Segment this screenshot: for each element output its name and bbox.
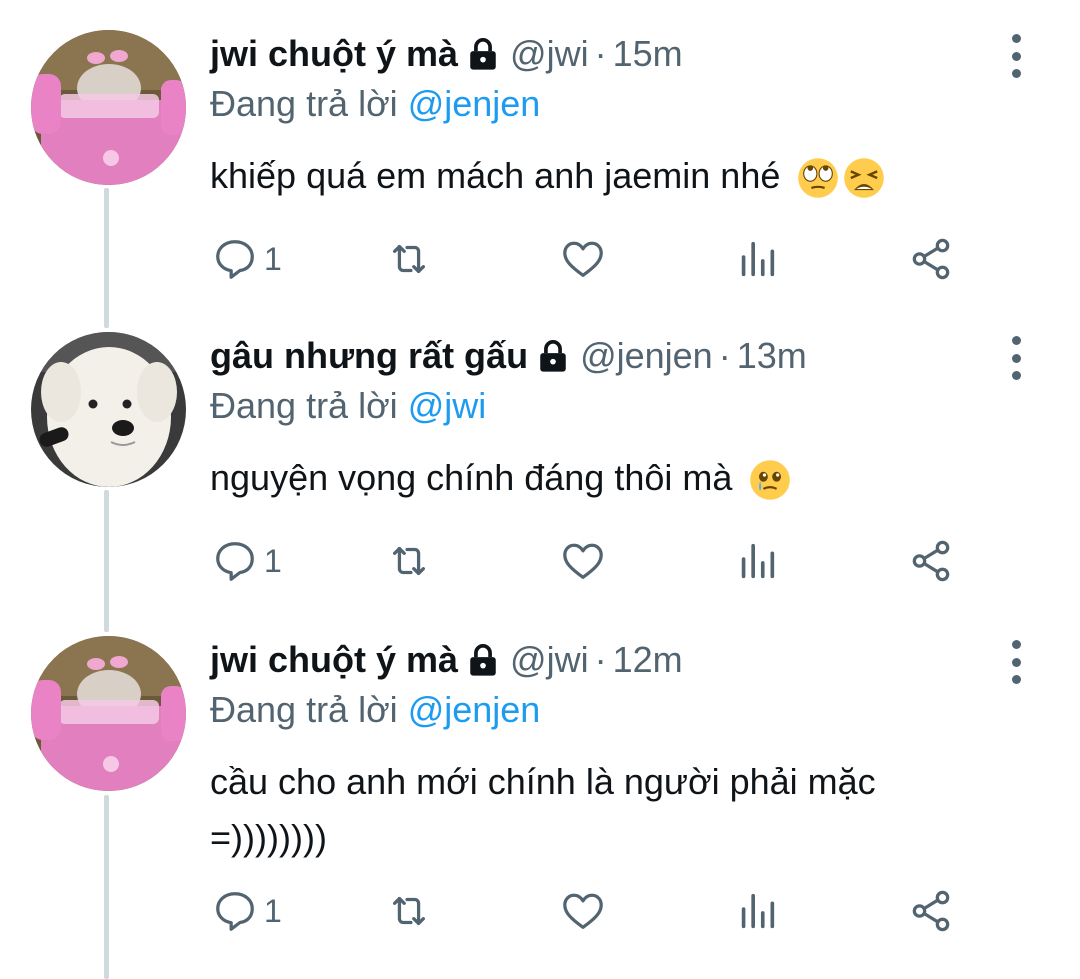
share-icon (912, 540, 950, 582)
reply-button[interactable]: 1 (212, 886, 282, 936)
face-with-rolling-eyes-emoji (798, 158, 839, 199)
tweet-text-line: cầu cho anh mới chính là người phải mặc (210, 761, 876, 802)
more-options-button[interactable] (1004, 34, 1028, 78)
reply-prefix: Đang trả lời (210, 385, 398, 426)
reply-button[interactable]: 1 (212, 234, 282, 284)
heart-icon (563, 893, 603, 929)
tweet-text: cầu cho anh mới chính là người phải mặc … (210, 754, 1010, 866)
share-button[interactable] (908, 886, 954, 936)
tweet-actions: 1 (0, 234, 1080, 284)
tweet[interactable]: jwi chuột ý mà @jwi · 15m Đang trả lời @… (0, 30, 1080, 300)
reply-count: 1 (264, 542, 282, 579)
reply-context: Đang trả lời @jenjen (210, 688, 540, 732)
reply-count: 1 (264, 240, 282, 277)
separator-dot: · (718, 335, 731, 376)
share-icon (912, 238, 950, 280)
reply-button[interactable]: 1 (212, 536, 282, 586)
avatar[interactable] (31, 332, 186, 487)
user-handle[interactable]: @jwi (510, 638, 589, 682)
timestamp[interactable]: 15m (613, 32, 683, 76)
reply-mention-link[interactable]: @jenjen (408, 689, 541, 730)
reply-count: 1 (264, 892, 282, 929)
tired-face-emoji (844, 158, 885, 199)
separator-dot: · (594, 33, 607, 74)
view-analytics-button[interactable] (734, 234, 780, 284)
tweet-text-line: =)))))))) (210, 817, 327, 858)
like-button[interactable] (560, 536, 606, 586)
reply-mention-link[interactable]: @jenjen (408, 83, 541, 124)
reply-prefix: Đang trả lời (210, 689, 398, 730)
display-name[interactable]: jwi chuột ý mà (210, 32, 458, 76)
retweet-icon (392, 546, 426, 576)
tweet[interactable]: gâu nhưng rất gấu @jenjen · 13m Đang trả… (0, 332, 1080, 602)
user-handle[interactable]: @jwi (510, 32, 589, 76)
tweet-actions: 1 (0, 886, 1080, 936)
timestamp[interactable]: 12m (613, 638, 683, 682)
share-icon (912, 890, 950, 932)
reply-context: Đang trả lời @jwi (210, 384, 486, 428)
lock-icon (470, 644, 496, 676)
avatar[interactable] (31, 636, 186, 791)
tweet-actions: 1 (0, 536, 1080, 586)
reply-context: Đang trả lời @jenjen (210, 82, 540, 126)
retweet-button[interactable] (386, 536, 432, 586)
share-button[interactable] (908, 234, 954, 284)
more-options-button[interactable] (1004, 640, 1028, 684)
face-holding-back-tears-emoji (750, 460, 791, 501)
separator-dot: · (594, 639, 607, 680)
more-options-button[interactable] (1004, 336, 1028, 380)
analytics-icon (741, 893, 775, 929)
like-button[interactable] (560, 886, 606, 936)
tweet-header: gâu nhưng rất gấu @jenjen · 13m (210, 334, 807, 378)
view-analytics-button[interactable] (734, 536, 780, 586)
tweet-text: khiếp quá em mách anh jaemin nhé (210, 148, 1010, 204)
reply-icon (216, 240, 254, 279)
tweet-header: jwi chuột ý mà @jwi · 15m (210, 32, 683, 76)
retweet-icon (392, 896, 426, 926)
tweet-text-content: nguyện vọng chính đáng thôi mà (210, 457, 733, 498)
analytics-icon (741, 241, 775, 277)
heart-icon (563, 241, 603, 277)
view-analytics-button[interactable] (734, 886, 780, 936)
reply-icon (216, 892, 254, 931)
reply-mention-link[interactable]: @jwi (408, 385, 487, 426)
display-name[interactable]: gâu nhưng rất gấu (210, 334, 528, 378)
lock-icon (470, 38, 496, 70)
tweet[interactable]: jwi chuột ý mà @jwi · 12m Đang trả lời @… (0, 636, 1080, 956)
tweet-header: jwi chuột ý mà @jwi · 12m (210, 638, 683, 682)
pink-car-hamster-avatar (31, 636, 186, 791)
heart-icon (563, 543, 603, 579)
user-handle[interactable]: @jenjen (580, 334, 713, 378)
display-name[interactable]: jwi chuột ý mà (210, 638, 458, 682)
pink-car-hamster-avatar (31, 30, 186, 185)
share-button[interactable] (908, 536, 954, 586)
retweet-button[interactable] (386, 234, 432, 284)
avatar[interactable] (31, 30, 186, 185)
tweet-text-content: khiếp quá em mách anh jaemin nhé (210, 155, 781, 196)
lock-icon (540, 340, 566, 372)
retweet-icon (392, 244, 426, 274)
analytics-icon (741, 543, 775, 579)
like-button[interactable] (560, 234, 606, 284)
timestamp[interactable]: 13m (737, 334, 807, 378)
reply-icon (216, 542, 254, 581)
reply-prefix: Đang trả lời (210, 83, 398, 124)
tweet-text: nguyện vọng chính đáng thôi mà (210, 450, 1010, 506)
retweet-button[interactable] (386, 886, 432, 936)
white-dog-avatar (31, 332, 186, 487)
